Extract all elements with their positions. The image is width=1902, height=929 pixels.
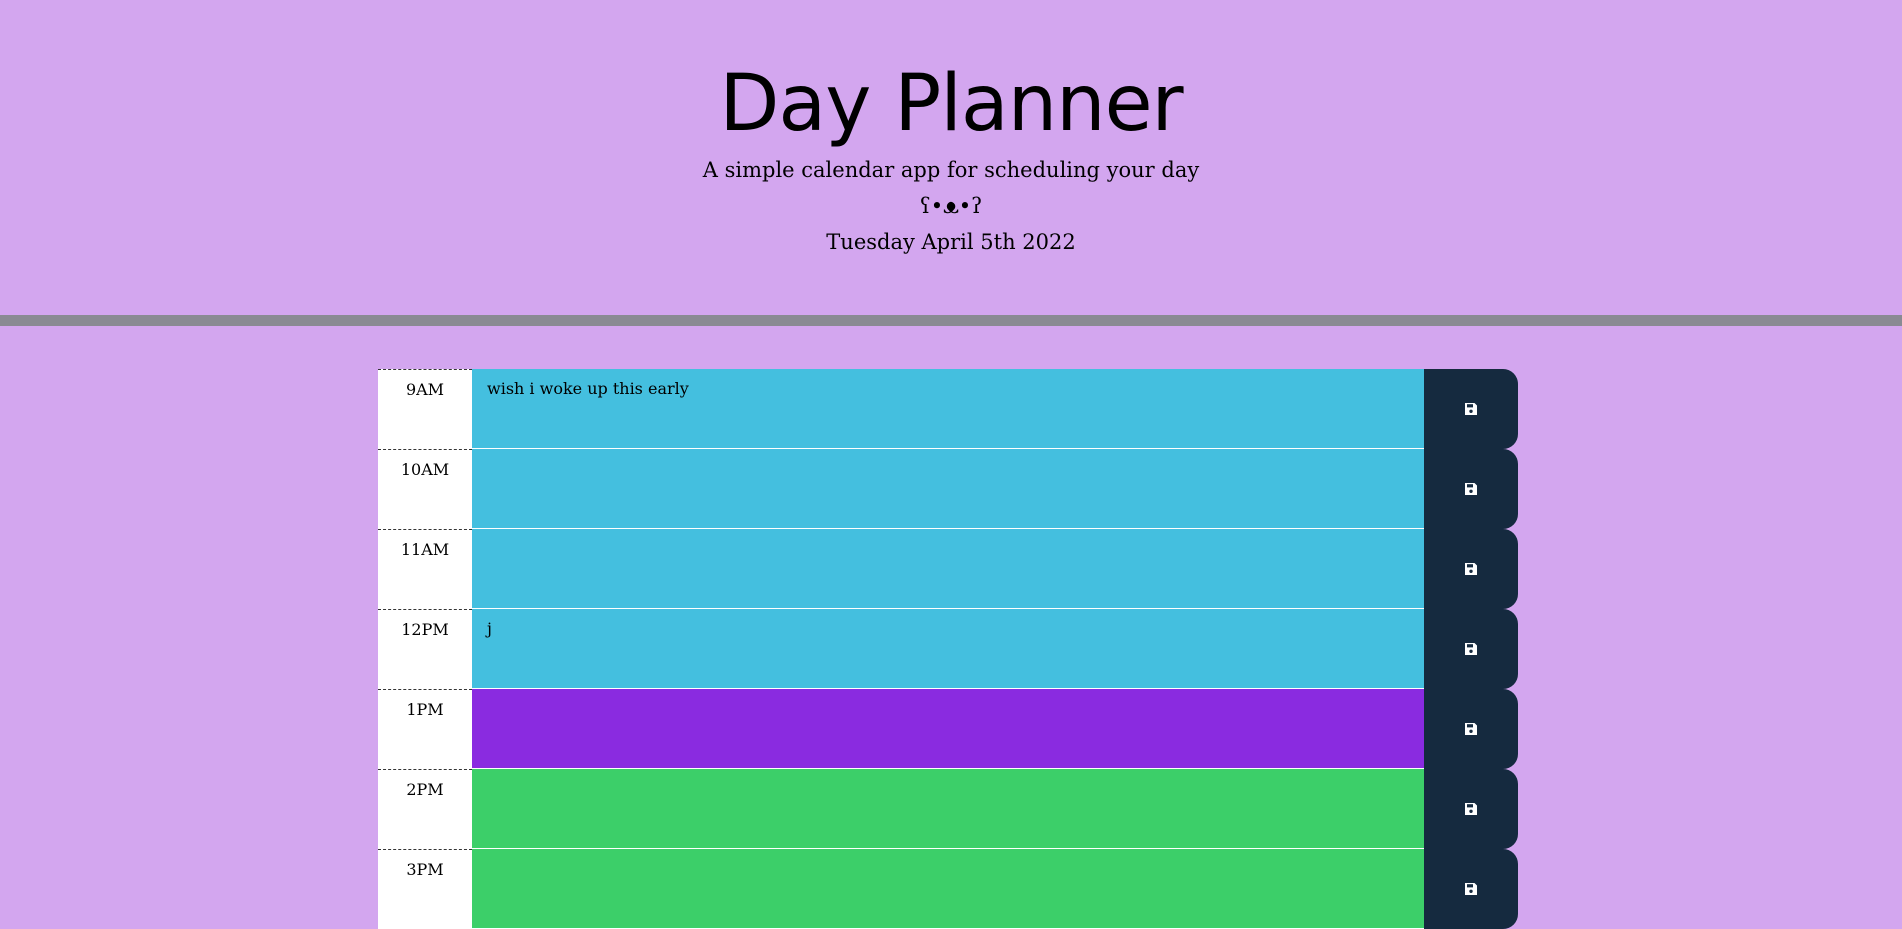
hour-label: 1PM [378,689,472,769]
current-day: Tuesday April 5th 2022 [826,230,1076,254]
save-icon [1464,882,1478,896]
emoticon: ʕ•ᴥ•ʔ [919,194,983,218]
time-block: 1PM [378,689,1518,769]
save-icon [1464,562,1478,576]
save-button[interactable] [1424,369,1518,449]
save-button[interactable] [1424,529,1518,609]
time-block: 11AM [378,529,1518,609]
time-block: 12PM j [378,609,1518,689]
header: Day Planner A simple calendar app for sc… [0,0,1902,326]
save-button[interactable] [1424,449,1518,529]
save-button[interactable] [1424,689,1518,769]
time-blocks-container: 9AM wish i woke up this early 10AM 11AM … [378,369,1518,929]
hour-label: 10AM [378,449,472,529]
save-icon [1464,482,1478,496]
event-description[interactable] [472,849,1424,929]
save-icon [1464,722,1478,736]
time-block: 3PM [378,849,1518,929]
time-block: 9AM wish i woke up this early [378,369,1518,449]
hour-label: 2PM [378,769,472,849]
time-block: 10AM [378,449,1518,529]
subtitle: A simple calendar app for scheduling you… [702,158,1200,182]
hour-label: 3PM [378,849,472,929]
save-icon [1464,802,1478,816]
event-description[interactable] [472,689,1424,769]
save-button[interactable] [1424,769,1518,849]
page-title: Day Planner [719,59,1183,149]
hour-label: 12PM [378,609,472,689]
save-button[interactable] [1424,609,1518,689]
time-block: 2PM [378,769,1518,849]
event-description[interactable] [472,529,1424,609]
event-description[interactable]: wish i woke up this early [472,369,1424,449]
hour-label: 11AM [378,529,472,609]
event-description[interactable]: j [472,609,1424,689]
event-description[interactable] [472,449,1424,529]
event-description[interactable] [472,769,1424,849]
save-icon [1464,402,1478,416]
save-icon [1464,642,1478,656]
save-button[interactable] [1424,849,1518,929]
hour-label: 9AM [378,369,472,449]
